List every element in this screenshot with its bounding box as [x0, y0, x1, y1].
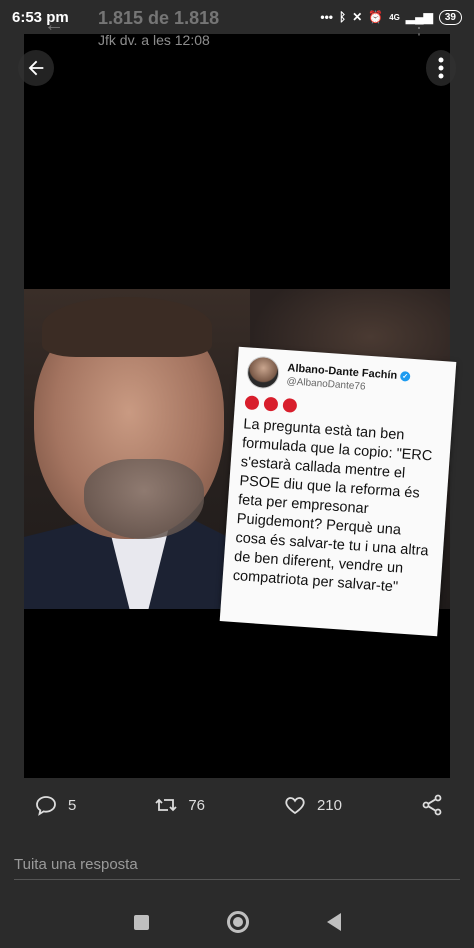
share-button[interactable] [420, 793, 444, 817]
embedded-tweet-card: Albano-Dante Fachín ✓ @AlbanoDante76 La … [219, 346, 457, 637]
dots-icon: ••• [320, 10, 334, 24]
heart-icon [285, 797, 305, 815]
red-dot-icon [263, 396, 279, 412]
verified-icon: ✓ [399, 370, 411, 382]
avatar [246, 355, 281, 390]
red-dot-icon [244, 395, 260, 411]
media-subtitle: Jfk dv. a les 12:08 [98, 32, 210, 48]
tweet-card-header: Albano-Dante Fachín ✓ @AlbanoDante76 [246, 355, 446, 401]
reply-icon [36, 796, 56, 816]
reply-count: 5 [68, 796, 77, 814]
alarm-icon: ⏰ [368, 10, 384, 24]
status-icons: ••• ᛒ ✕ ⏰ 4G ▂▄▆ 39 [320, 9, 462, 25]
photo-beard [84, 459, 204, 539]
network-label: 4G [389, 12, 400, 22]
more-vertical-icon [438, 57, 444, 79]
status-bar: 6:53 pm ••• ᛒ ✕ ⏰ 4G ▂▄▆ 39 [0, 0, 474, 34]
retweet-icon [155, 798, 177, 812]
like-count: 210 [316, 796, 342, 814]
system-nav-bar [0, 896, 474, 948]
tweet-actions: 5 76 210 [34, 790, 444, 820]
status-time: 6:53 pm [12, 8, 69, 26]
more-options-button[interactable] [426, 50, 456, 86]
reply-input[interactable] [14, 850, 460, 880]
battery-icon: 39 [438, 9, 462, 25]
red-dot-icon [282, 397, 298, 413]
photo-hair [42, 297, 212, 357]
home-button[interactable] [226, 911, 249, 933]
arrow-left-icon [28, 60, 44, 76]
back-nav-button[interactable] [326, 913, 341, 931]
retweet-button[interactable]: 76 [154, 793, 205, 817]
bluetooth-icon: ᛒ [339, 10, 347, 24]
retweet-count: 76 [188, 796, 205, 814]
media-viewer[interactable]: Albano-Dante Fachín ✓ @AlbanoDante76 La … [18, 34, 457, 778]
mute-icon: ✕ [352, 10, 363, 24]
signal-icon: ▂▄▆ [405, 10, 433, 24]
like-button[interactable]: 210 [283, 793, 342, 817]
recents-button[interactable] [133, 914, 149, 930]
share-icon [422, 794, 442, 816]
reply-button[interactable]: 5 [34, 793, 76, 817]
tweet-card-text: La pregunta està tan ben formulada que l… [232, 416, 433, 596]
back-button[interactable] [18, 50, 54, 86]
